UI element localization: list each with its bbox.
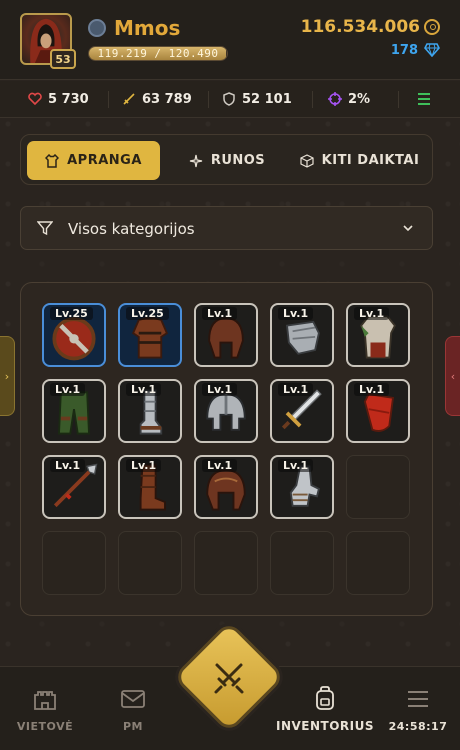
- item-level-label: Lv.1: [50, 459, 86, 472]
- item-level-label: Lv.1: [202, 383, 238, 396]
- item-level-label: Lv.1: [202, 307, 238, 320]
- inventory-slot[interactable]: Lv.1: [194, 303, 258, 367]
- inventory-slot[interactable]: Lv.1: [194, 455, 258, 519]
- sword-icon: [123, 93, 135, 105]
- nav-inventory[interactable]: INVENTORIUS: [275, 667, 375, 750]
- crossed-swords-icon: [214, 663, 244, 694]
- countdown-timer: 24:58:17: [388, 719, 448, 733]
- inventory-slot[interactable]: Lv.1: [118, 379, 182, 443]
- xp-progress-text: 119.219 / 120.490: [97, 47, 219, 60]
- tab-runos[interactable]: RUNOS: [171, 141, 283, 180]
- crosshair-icon: [328, 92, 342, 106]
- stat-attack: 63 789: [122, 92, 192, 107]
- stat-crit-value: 2%: [348, 91, 371, 107]
- inventory-slot[interactable]: Lv.1: [270, 303, 334, 367]
- right-side-tab[interactable]: ‹: [445, 336, 460, 416]
- item-level-label: Lv.1: [278, 459, 314, 472]
- top-header: 53 Mmos 119.219 / 120.490 116.534.006 17…: [0, 0, 460, 80]
- nav-locations[interactable]: VIETOVĖ: [10, 667, 80, 750]
- envelope-icon: [121, 689, 145, 708]
- inventory-slot[interactable]: Lv.25: [118, 303, 182, 367]
- inventory-slot[interactable]: Lv.1: [270, 455, 334, 519]
- chevron-down-icon: [403, 225, 413, 232]
- item-level-label: Lv.25: [126, 307, 169, 320]
- stat-crit: 2%: [328, 92, 370, 107]
- gold-amount: 116.534.006: [300, 17, 420, 37]
- stat-attack-value: 63 789: [142, 91, 192, 107]
- chevron-right-icon: ›: [4, 369, 10, 383]
- inventory-grid: Lv.25 Lv.25 Lv.1 Lv.1 Lv.1 Lv.1 Lv.1 Lv.1 Lv.1 Lv…: [20, 282, 433, 616]
- shield-icon: [223, 92, 235, 106]
- inventory-slot-empty: [194, 531, 258, 595]
- divider: [108, 91, 109, 108]
- item-level-label: Lv.1: [354, 383, 390, 396]
- nav-messages[interactable]: PM: [98, 667, 168, 750]
- divider: [208, 91, 209, 108]
- stat-defense-value: 52 101: [242, 91, 292, 107]
- castle-icon: [34, 690, 56, 710]
- inventory-slot[interactable]: Lv.1: [346, 303, 410, 367]
- xp-progress-bar: 119.219 / 120.490: [88, 46, 228, 61]
- item-level-label: Lv.1: [354, 307, 390, 320]
- diamond-icon: [424, 43, 440, 57]
- inventory-slot[interactable]: Lv.1: [194, 379, 258, 443]
- stats-bar: 5 730 63 789 52 101 2%: [0, 81, 460, 118]
- box-icon: [300, 153, 314, 168]
- player-name[interactable]: Mmos: [114, 16, 180, 40]
- item-level-label: Lv.1: [278, 383, 314, 396]
- inventory-slot[interactable]: Lv.1: [346, 379, 410, 443]
- category-filter-label: Visos kategorijos: [68, 220, 195, 238]
- gem-amount: 178: [390, 43, 418, 58]
- backpack-icon: [316, 686, 334, 710]
- sparkle-icon: [189, 154, 202, 167]
- funnel-icon: [37, 221, 53, 236]
- inventory-slot-empty: [42, 531, 106, 595]
- item-level-label: Lv.25: [50, 307, 93, 320]
- tab-kiti-daiktai[interactable]: KITI DAIKTAI: [291, 141, 428, 180]
- player-level-badge: 53: [50, 49, 76, 69]
- tab-apranga[interactable]: APRANGA: [27, 141, 160, 180]
- item-level-label: Lv.1: [126, 383, 162, 396]
- inventory-slot[interactable]: Lv.1: [118, 455, 182, 519]
- nav-locations-label: VIETOVĖ: [16, 719, 74, 733]
- inventory-slot-empty: [346, 455, 410, 519]
- stat-defense: 52 101: [222, 92, 292, 107]
- stat-health-value: 5 730: [48, 91, 89, 107]
- inventory-slot-empty: [346, 531, 410, 595]
- stats-menu-icon[interactable]: [418, 93, 430, 105]
- left-side-tab[interactable]: ›: [0, 336, 15, 416]
- nav-inventory-label: INVENTORIUS: [275, 719, 374, 733]
- tab-kiti-daiktai-label: KITI DAIKTAI: [321, 153, 420, 168]
- tab-apranga-label: APRANGA: [67, 153, 142, 168]
- hamburger-menu-icon: [408, 690, 428, 707]
- inventory-slot[interactable]: Lv.1: [42, 455, 106, 519]
- player-emblem-icon: [88, 19, 106, 37]
- item-level-label: Lv.1: [126, 459, 162, 472]
- nav-messages-label: PM: [122, 719, 143, 733]
- inventory-tabs: APRANGA RUNOS KITI DAIKTAI: [20, 134, 433, 185]
- item-level-label: Lv.1: [278, 307, 314, 320]
- inventory-slot[interactable]: Lv.25: [42, 303, 106, 367]
- inventory-slot[interactable]: Lv.1: [42, 379, 106, 443]
- inventory-slot[interactable]: Lv.1: [270, 379, 334, 443]
- item-level-label: Lv.1: [202, 459, 238, 472]
- inventory-slot-empty: [118, 531, 182, 595]
- tab-runos-label: RUNOS: [210, 153, 266, 168]
- shirt-icon: [45, 153, 60, 168]
- inventory-slot-empty: [270, 531, 334, 595]
- heart-icon: [28, 92, 42, 106]
- item-level-label: Lv.1: [50, 383, 86, 396]
- gold-coin-icon: [424, 19, 440, 35]
- nav-menu[interactable]: 24:58:17: [380, 667, 456, 750]
- chevron-left-icon: ‹: [450, 369, 456, 383]
- divider: [398, 91, 399, 108]
- stat-health: 5 730: [28, 92, 89, 107]
- category-filter-dropdown[interactable]: Visos kategorijos: [20, 206, 433, 250]
- divider: [312, 91, 313, 108]
